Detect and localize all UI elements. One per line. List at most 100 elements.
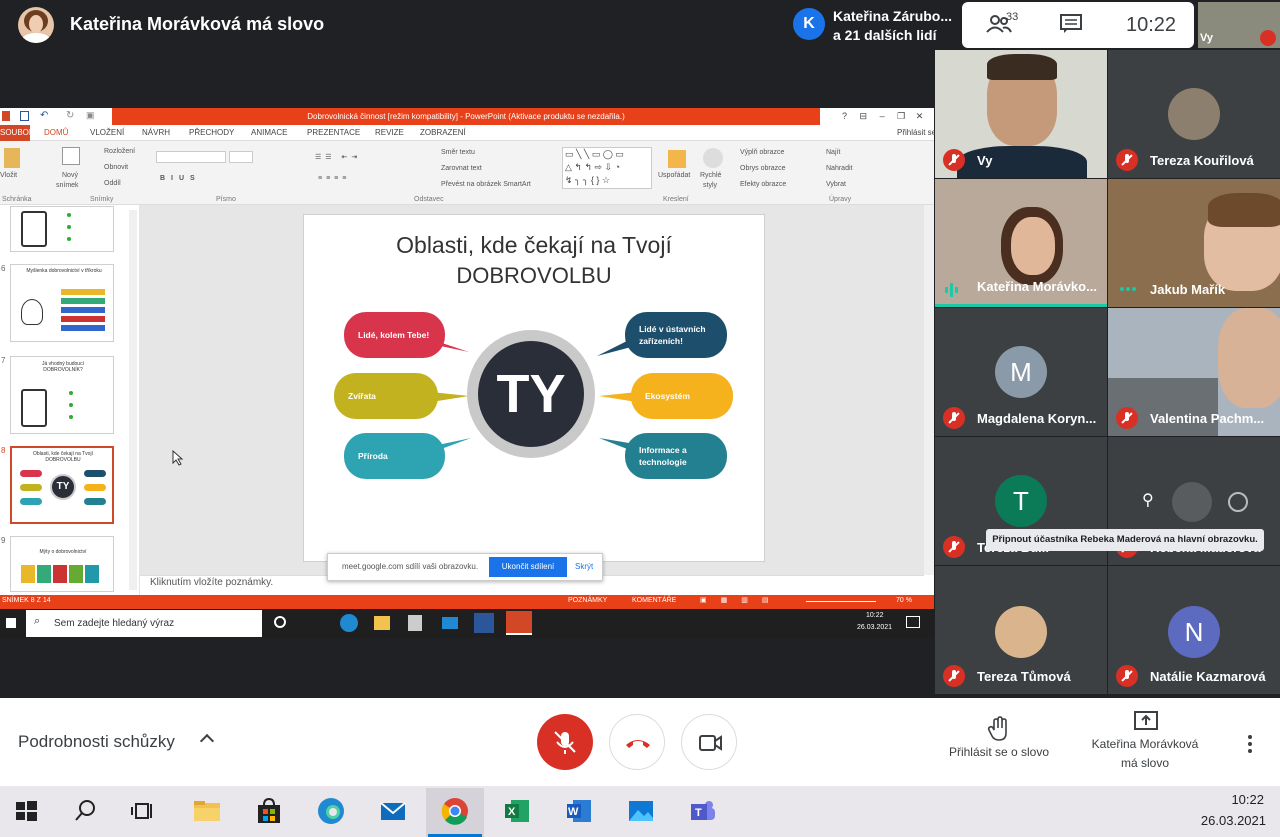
stop-sharing-button[interactable]: Ukončit sdílení <box>489 557 567 577</box>
zoom-slider[interactable] <box>806 601 876 602</box>
find-button[interactable]: Najít <box>826 149 840 156</box>
notes-toggle[interactable]: POZNÁMKY <box>568 597 607 604</box>
pin-icon[interactable]: ⚲ <box>1142 492 1154 510</box>
explorer-icon[interactable] <box>374 616 390 630</box>
shape-outline-button[interactable]: Obrys obrazce <box>740 165 786 172</box>
shape-effects-button[interactable]: Efekty obrazce <box>740 181 786 188</box>
save-icon[interactable] <box>20 111 29 121</box>
tab-prechody[interactable]: PŘECHODY <box>189 128 234 137</box>
cortana-icon[interactable] <box>274 616 286 628</box>
new-slide-label[interactable]: Nový <box>62 172 78 179</box>
chat-icon[interactable] <box>1060 14 1082 34</box>
tab-prezentace[interactable]: PREZENTACE <box>307 128 360 137</box>
file-explorer-icon[interactable] <box>191 795 223 827</box>
participant-tile-valentina[interactable]: Valentina Pachm... <box>1108 308 1280 436</box>
present-icon[interactable] <box>1134 711 1158 731</box>
arrange-label[interactable]: Uspořádat <box>658 172 690 179</box>
slide-thumbnail-8-selected[interactable]: Oblasti, kde čekají na Tvojí DOBROVOLBU … <box>10 446 114 524</box>
tab-soubor[interactable]: SOUBOR <box>0 125 35 141</box>
store-icon[interactable] <box>253 795 285 827</box>
teams-icon[interactable]: T <box>687 795 719 827</box>
smartart-button[interactable]: Převést na obrázek SmartArt <box>441 181 531 188</box>
font-size-select[interactable] <box>229 151 253 163</box>
camera-toggle-button[interactable] <box>681 714 737 770</box>
arrange-icon[interactable] <box>668 150 686 168</box>
tab-animace[interactable]: ANIMACE <box>251 128 287 137</box>
task-view-icon[interactable] <box>128 795 160 827</box>
font-format-buttons[interactable]: BIUS <box>160 175 201 182</box>
ribbon-display-icon[interactable]: ⊟ <box>860 111 868 121</box>
presenting-label-line1[interactable]: Kateřina Morávková <box>1080 737 1210 751</box>
replace-button[interactable]: Nahradit <box>826 165 852 172</box>
tab-domu[interactable]: DOMŮ <box>44 128 68 137</box>
presenting-label-line2[interactable]: má slovo <box>1080 756 1210 770</box>
close-icon[interactable]: ✕ <box>916 111 924 121</box>
tab-revize[interactable]: REVIZE <box>375 128 404 137</box>
window-controls[interactable]: ? ⊟ – ❐ ✕ <box>840 108 934 125</box>
edge-icon[interactable] <box>315 795 347 827</box>
comments-toggle[interactable]: KOMENTÁŘE <box>632 597 676 604</box>
windows-start-icon[interactable] <box>10 795 42 827</box>
reset-button[interactable]: Obnovit <box>104 164 128 171</box>
hide-share-bar-link[interactable]: Skrýt <box>575 562 593 571</box>
taskbar-clock[interactable]: 10:22 <box>1200 792 1264 807</box>
excel-icon[interactable]: X <box>501 795 533 827</box>
view-buttons[interactable]: ▣▦▥▤ <box>700 596 782 604</box>
shape-fill-button[interactable]: Výplň obrazce <box>740 149 784 156</box>
list-buttons[interactable]: ☰☰ ⇤⇥ <box>315 153 361 161</box>
start-icon[interactable] <box>6 618 16 628</box>
slide-thumbnail-6[interactable]: Myšlenka dobrovolnictví v tříkroku <box>10 264 114 342</box>
select-button[interactable]: Vybrat <box>826 181 846 188</box>
word-icon[interactable]: W <box>563 795 595 827</box>
participant-tile-magdalena[interactable]: M Magdalena Koryn... <box>935 308 1107 436</box>
maximize-icon[interactable]: ❐ <box>897 111 905 121</box>
word-icon[interactable] <box>474 613 494 633</box>
minimize-icon[interactable]: – <box>880 111 885 121</box>
slide-thumbnail-9[interactable]: Mýty o dobrovolnictví <box>10 536 114 592</box>
slide-thumbnail-7[interactable]: Já vhodný budoucí DOBROVOLNÍK? <box>10 356 114 434</box>
new-slide-label2[interactable]: snímek <box>56 182 79 189</box>
participant-tile-katerina-moravkova[interactable]: Kateřina Morávko... <box>935 179 1107 307</box>
start-slideshow-icon[interactable]: ▣ <box>86 110 95 121</box>
sign-in-link[interactable]: Přihlásit se <box>897 128 936 137</box>
edge-icon[interactable] <box>340 614 358 632</box>
self-view-thumbnail[interactable]: Vy <box>1198 2 1280 48</box>
new-slide-icon[interactable] <box>62 147 80 165</box>
more-options-icon[interactable] <box>1246 733 1254 755</box>
powerpoint-taskbar-icon[interactable] <box>506 611 532 635</box>
leave-call-button[interactable] <box>609 714 665 770</box>
quick-styles-label[interactable]: Rychlé <box>700 172 721 179</box>
quick-styles-label2[interactable]: styly <box>703 182 717 189</box>
mail-icon[interactable] <box>442 617 458 629</box>
notification-icon[interactable] <box>906 616 920 628</box>
meeting-details-button[interactable]: Podrobnosti schůzky <box>18 732 175 752</box>
participant-tile-vy[interactable]: Vy <box>935 50 1107 178</box>
participant-tile-natalie[interactable]: N Natálie Kazmarová <box>1108 566 1280 694</box>
canvas-scrollbar[interactable] <box>924 205 934 575</box>
text-direction-button[interactable]: Směr textu <box>441 149 475 156</box>
align-text-button[interactable]: Zarovnat text <box>441 165 482 172</box>
chrome-icon[interactable] <box>439 795 471 827</box>
paste-label[interactable]: Vložit <box>0 172 17 179</box>
tab-vlozeni[interactable]: VLOŽENÍ <box>90 128 124 137</box>
thumbnails-scrollbar[interactable] <box>129 210 137 590</box>
participant-tile-jakub-marik[interactable]: Jakub Mařík <box>1108 179 1280 307</box>
redo-icon[interactable]: ↻ <box>66 110 74 121</box>
store-icon[interactable] <box>408 615 422 631</box>
font-name-select[interactable] <box>156 151 226 163</box>
tab-zobrazeni[interactable]: ZOBRAZENÍ <box>420 128 466 137</box>
slide-thumbnail-5[interactable] <box>10 206 114 252</box>
tab-navrh[interactable]: NÁVRH <box>142 128 170 137</box>
help-icon[interactable]: ? <box>842 111 847 121</box>
shapes-gallery[interactable]: ▭ ╲ ╲ ▭ ◯ ▭ △ ↰ ↰ ⇨ ⇩ ◔ ↯ ╮ ╮ { } ☆ <box>562 147 652 189</box>
raise-hand-icon[interactable] <box>987 716 1011 742</box>
raise-hand-label[interactable]: Přihlásit se o slovo <box>938 745 1060 759</box>
quick-styles-icon[interactable] <box>703 148 723 168</box>
mic-toggle-button[interactable] <box>537 714 593 770</box>
search-icon[interactable] <box>70 795 102 827</box>
remove-icon[interactable] <box>1228 492 1248 512</box>
photos-icon[interactable] <box>625 795 657 827</box>
undo-icon[interactable]: ↶ <box>40 110 48 121</box>
mail-icon[interactable] <box>377 795 409 827</box>
paste-icon[interactable] <box>4 148 20 168</box>
